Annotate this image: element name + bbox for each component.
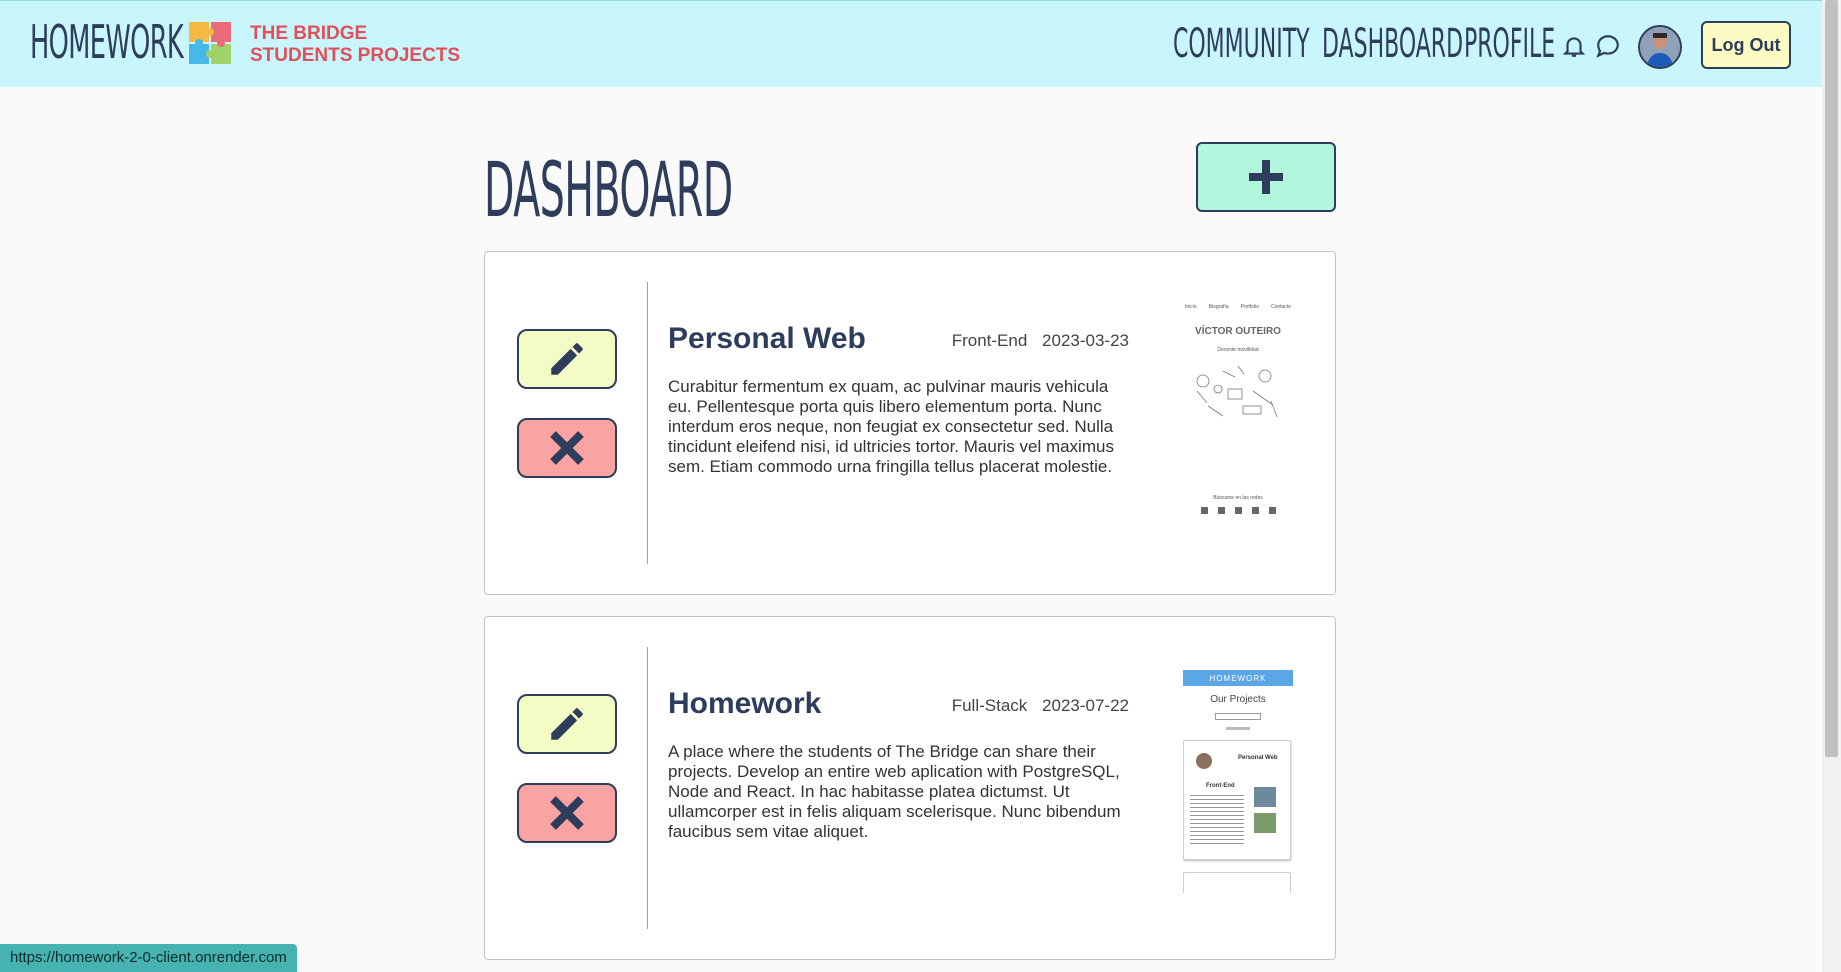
project-thumbnail[interactable]: Inicio Biografía Portfolio Contacto VÍCT… bbox=[1183, 304, 1293, 544]
status-bar-url: https://homework-2-0-client.onrender.com bbox=[0, 944, 297, 972]
thumb-name: VÍCTOR OUTEIRO bbox=[1195, 326, 1281, 337]
delete-button[interactable] bbox=[517, 783, 617, 843]
project-card: Homework Full-Stack 2023-07-22 A place w… bbox=[484, 616, 1336, 960]
scrollbar-thumb[interactable] bbox=[1825, 0, 1838, 757]
brand-title: THE BRIDGE STUDENTS PROJECTS bbox=[250, 23, 460, 67]
thumb-avatar bbox=[1196, 753, 1212, 769]
puzzle-logo-icon[interactable] bbox=[189, 22, 231, 64]
project-description: Curabitur fermentum ex quam, ac pulvinar… bbox=[668, 377, 1114, 476]
thumb-project-card: Personal Web Front-End bbox=[1183, 740, 1291, 860]
bell-icon[interactable] bbox=[1561, 33, 1587, 59]
thumb-next-card bbox=[1183, 872, 1291, 893]
nav-community[interactable]: COMMUNITY bbox=[1173, 21, 1310, 67]
thumb-card-tag: Front-End bbox=[1206, 783, 1235, 789]
project-meta: Full-Stack 2023-07-22 bbox=[952, 696, 1129, 716]
nav-profile[interactable]: PROFILE bbox=[1464, 21, 1555, 67]
thumb-search bbox=[1215, 713, 1261, 720]
edit-button[interactable] bbox=[517, 329, 617, 389]
project-category: Front-End bbox=[951, 331, 1028, 350]
project-title: Personal Web bbox=[668, 322, 866, 355]
project-description: A place where the students of The Bridge… bbox=[668, 742, 1121, 841]
brand-line-2: STUDENTS PROJECTS bbox=[250, 45, 461, 66]
card-divider bbox=[647, 647, 648, 929]
thumb-nav-item: Contacto bbox=[1270, 304, 1291, 310]
thumb-subtitle: Docente movilidad bbox=[1217, 347, 1259, 353]
thumb-nav: Inicio Biografía Portfolio Contacto bbox=[1183, 304, 1293, 310]
brand-line-1: THE BRIDGE bbox=[250, 23, 368, 44]
add-project-button[interactable] bbox=[1196, 142, 1336, 212]
pencil-icon bbox=[551, 708, 583, 740]
thumb-card-title: Personal Web bbox=[1238, 755, 1278, 761]
tools-illustration-icon bbox=[1196, 365, 1278, 418]
top-navbar: HOMEWORK THE BRIDGE STUDENTS PROJECTS CO… bbox=[0, 0, 1822, 87]
thumb-nav-item: Biografía bbox=[1208, 304, 1229, 310]
project-thumbnail[interactable]: HOMEWORK Our Projects Personal Web Front… bbox=[1183, 670, 1293, 924]
close-icon bbox=[550, 796, 584, 830]
chat-icon[interactable] bbox=[1595, 33, 1621, 59]
thumb-card-image bbox=[1254, 813, 1276, 833]
instagram-icon bbox=[1217, 507, 1225, 514]
thumb-heading: Our Projects bbox=[1210, 694, 1266, 705]
project-category: Full-Stack bbox=[951, 696, 1028, 715]
delete-button[interactable] bbox=[517, 418, 617, 478]
logout-button[interactable]: Log Out bbox=[1701, 21, 1791, 69]
thumb-footer: Búscame en las redes bbox=[1213, 495, 1263, 501]
app-logo-text[interactable]: HOMEWORK bbox=[30, 15, 184, 69]
project-title: Homework bbox=[668, 687, 822, 720]
youtube-icon bbox=[1268, 507, 1276, 514]
page-title: DASHBOARD bbox=[484, 145, 733, 234]
user-avatar[interactable] bbox=[1638, 25, 1682, 69]
project-date: 2023-03-23 bbox=[1042, 331, 1129, 350]
facebook-icon bbox=[1200, 507, 1208, 514]
thumb-card-text bbox=[1190, 795, 1244, 847]
project-card: Personal Web Front-End 2023-03-23 Curabi… bbox=[484, 251, 1336, 595]
thumb-nav-item: Portfolio bbox=[1240, 304, 1259, 310]
website-icon bbox=[1234, 507, 1242, 514]
edit-button[interactable] bbox=[517, 694, 617, 754]
thumb-card-image bbox=[1254, 787, 1276, 807]
thumb-header: HOMEWORK bbox=[1183, 670, 1293, 686]
nav-dashboard[interactable]: DASHBOARD bbox=[1322, 21, 1463, 67]
card-divider bbox=[647, 282, 648, 564]
thumb-filter bbox=[1226, 727, 1250, 730]
pencil-icon bbox=[551, 343, 583, 375]
thumb-nav-item: Inicio bbox=[1185, 304, 1197, 310]
plus-icon bbox=[1249, 160, 1283, 194]
thumb-social-icons bbox=[1183, 507, 1293, 514]
project-meta: Front-End 2023-03-23 bbox=[952, 331, 1129, 351]
project-date: 2023-07-22 bbox=[1042, 696, 1129, 715]
close-icon bbox=[550, 431, 584, 465]
linkedin-icon bbox=[1251, 507, 1259, 514]
